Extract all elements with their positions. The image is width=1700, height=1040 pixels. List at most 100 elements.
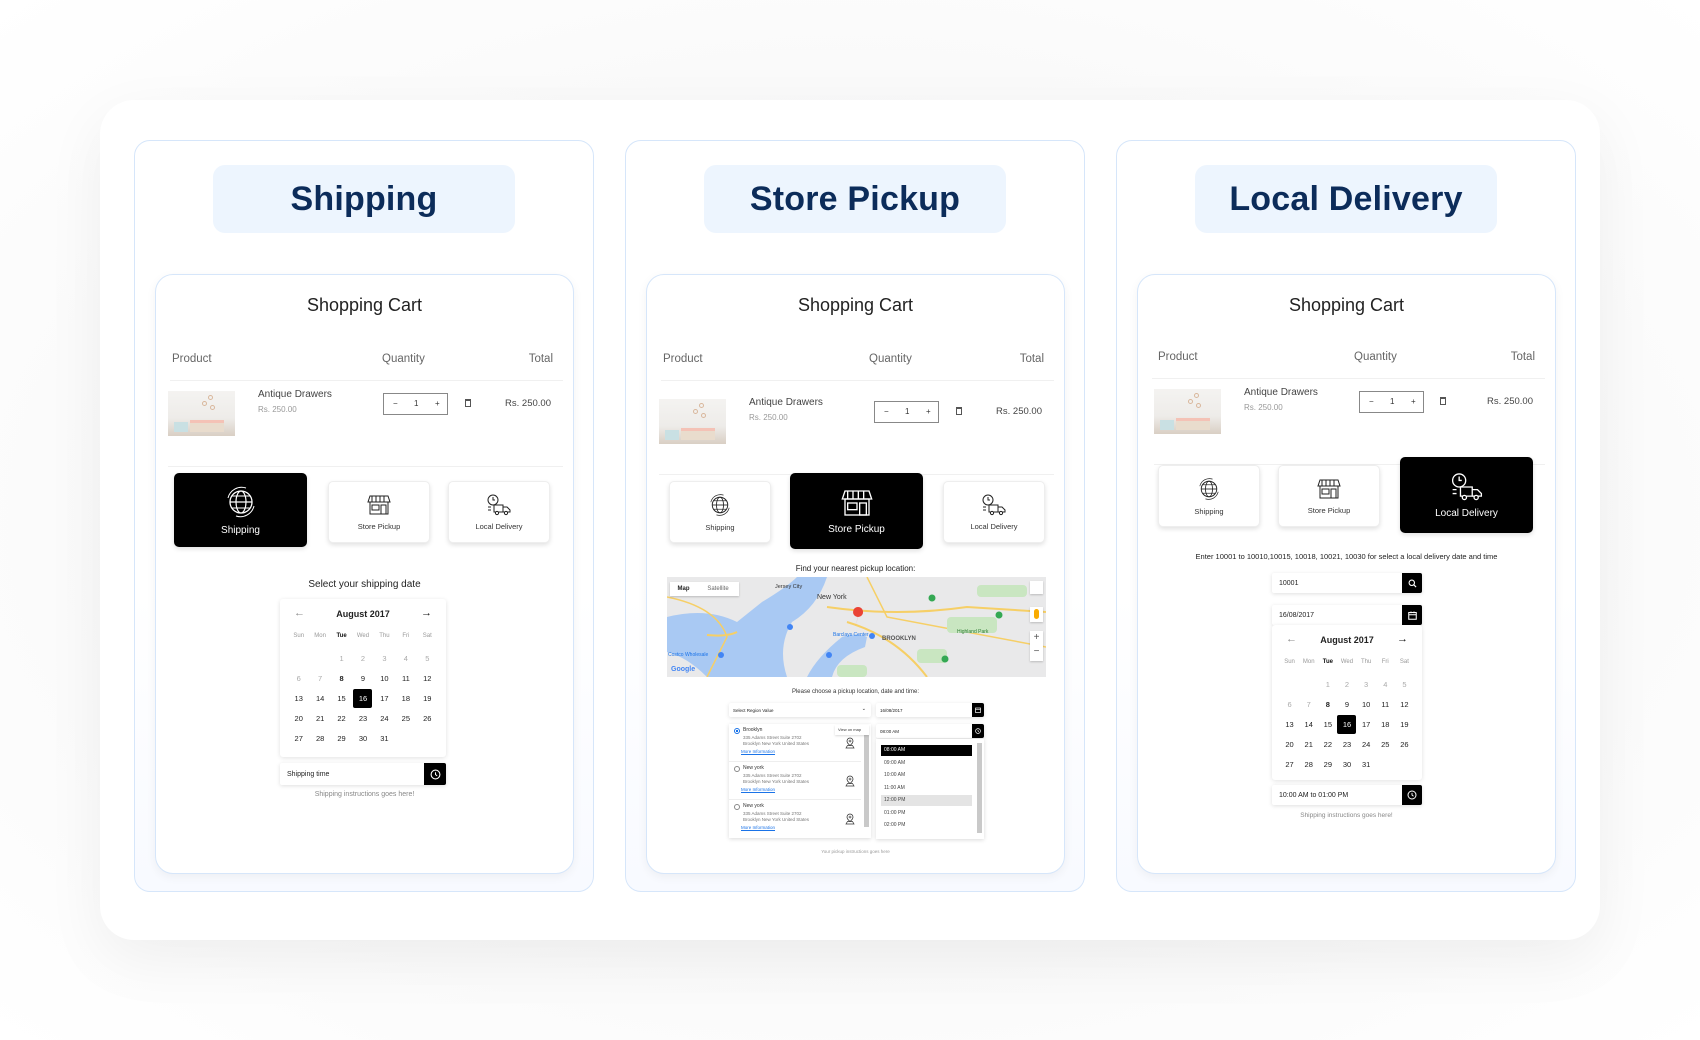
calendar-day[interactable]: 28	[1299, 755, 1318, 775]
calendar-day[interactable]: 22	[331, 709, 352, 729]
calendar-day[interactable]: 27	[1280, 755, 1299, 775]
delivery-time-input[interactable]: 10:00 AM to 01:00 PM	[1279, 785, 1348, 805]
calendar-day[interactable]: 9	[1337, 695, 1356, 715]
calendar-day[interactable]: 24	[374, 709, 395, 729]
increment-button[interactable]: +	[435, 399, 440, 408]
pickup-date-field[interactable]: 16/08/2017	[876, 703, 984, 717]
product-image[interactable]	[168, 391, 235, 436]
calendar-day[interactable]: 20	[288, 709, 309, 729]
calendar-day[interactable]: 17	[374, 689, 395, 709]
zip-field[interactable]: 10001	[1272, 573, 1422, 593]
product-name[interactable]: Antique Drawers	[258, 389, 332, 400]
delivery-time-field[interactable]: 10:00 AM to 01:00 PM	[1272, 785, 1422, 805]
product-image[interactable]	[659, 399, 726, 444]
calendar-day[interactable]: 23	[352, 709, 373, 729]
time-option[interactable]: 08:00 AM	[881, 745, 972, 756]
calendar-day[interactable]: 8	[1318, 695, 1337, 715]
option-store-pickup[interactable]: Store Pickup	[328, 481, 430, 543]
zoom-out-button[interactable]: −	[1030, 645, 1043, 659]
search-button[interactable]	[1402, 573, 1422, 593]
product-name[interactable]: Antique Drawers	[1244, 387, 1318, 398]
calendar-day[interactable]: 9	[352, 669, 373, 689]
calendar-day[interactable]: 13	[288, 689, 309, 709]
location-item[interactable]: New york 335 Adams Street Suite 2702 Brook…	[729, 762, 861, 800]
calendar-day[interactable]: 21	[309, 709, 330, 729]
shipping-time-field[interactable]: Shipping time	[280, 763, 446, 785]
calendar-day[interactable]: 11	[395, 669, 416, 689]
region-select[interactable]: Select Region Value ⌄	[729, 703, 871, 717]
delivery-date-field[interactable]: 16/08/2017	[1272, 605, 1422, 625]
calendar-day[interactable]: 26	[417, 709, 438, 729]
calendar-day[interactable]: 28	[309, 729, 330, 749]
calendar-day[interactable]: 30	[352, 729, 373, 749]
trash-icon[interactable]	[465, 399, 471, 407]
pickup-time-field[interactable]: 08:00 AM	[876, 724, 984, 738]
next-month-button[interactable]: →	[1397, 633, 1408, 645]
delivery-date-input[interactable]: 16/08/2017	[1279, 605, 1314, 625]
calendar-day[interactable]: 30	[1337, 755, 1356, 775]
map-pin-icon[interactable]	[845, 812, 855, 830]
map-pin-icon[interactable]	[845, 736, 855, 754]
more-information-link[interactable]: More Information	[741, 825, 775, 830]
calendar-day[interactable]: 21	[1299, 735, 1318, 755]
calendar-day[interactable]: 10	[374, 669, 395, 689]
decrement-button[interactable]: −	[393, 399, 398, 408]
street-view-pegman[interactable]	[1030, 607, 1043, 622]
increment-button[interactable]: +	[1411, 397, 1416, 406]
quantity-input[interactable]: 1	[1390, 397, 1394, 406]
calendar-day[interactable]: 24	[1357, 735, 1376, 755]
decrement-button[interactable]: −	[884, 407, 889, 416]
calendar-day[interactable]: 14	[1299, 715, 1318, 735]
calendar-day[interactable]: 22	[1318, 735, 1337, 755]
map-pin-icon[interactable]	[845, 774, 855, 792]
option-shipping[interactable]: Shipping	[669, 481, 771, 543]
calendar-day[interactable]: 25	[1376, 735, 1395, 755]
calendar-day[interactable]: 27	[288, 729, 309, 749]
calendar-day-selected[interactable]: 16	[1337, 715, 1357, 735]
zoom-in-button[interactable]: +	[1030, 631, 1043, 645]
location-radio[interactable]	[734, 728, 740, 734]
calendar-day[interactable]: 25	[395, 709, 416, 729]
calendar-day[interactable]: 29	[1318, 755, 1337, 775]
fullscreen-button[interactable]	[1030, 581, 1043, 594]
calendar-day[interactable]: 23	[1337, 735, 1356, 755]
product-name[interactable]: Antique Drawers	[749, 397, 823, 408]
calendar-day[interactable]: 31	[1357, 755, 1376, 775]
calendar-day[interactable]: 12	[417, 669, 438, 689]
calendar-day[interactable]: 26	[1395, 735, 1414, 755]
more-information-link[interactable]: More Information	[741, 749, 775, 754]
option-local-delivery[interactable]: Local Delivery	[943, 481, 1045, 543]
clock-button[interactable]	[972, 724, 984, 738]
decrement-button[interactable]: −	[1369, 397, 1374, 406]
trash-icon[interactable]	[1440, 397, 1446, 405]
calendar-day[interactable]: 10	[1357, 695, 1376, 715]
calendar-day-selected[interactable]: 16	[352, 689, 373, 709]
calendar-button[interactable]	[1402, 605, 1422, 625]
option-local-delivery[interactable]: Local Delivery	[1400, 457, 1533, 533]
pickup-time-input[interactable]: 08:00 AM	[880, 724, 899, 738]
calendar-button[interactable]	[972, 703, 984, 717]
clock-button[interactable]	[1402, 785, 1422, 805]
product-image[interactable]	[1154, 389, 1221, 434]
map-tab-satellite[interactable]: Satellite	[697, 582, 739, 596]
time-option[interactable]: 01:00 PM	[881, 808, 972, 819]
calendar-day[interactable]: 12	[1395, 695, 1414, 715]
option-local-delivery[interactable]: Local Delivery	[448, 481, 550, 543]
time-option[interactable]: 10:00 AM	[881, 770, 972, 781]
calendar-day[interactable]: 8	[331, 669, 352, 689]
time-option[interactable]: 09:00 AM	[881, 758, 972, 769]
location-radio[interactable]	[734, 804, 740, 810]
time-option[interactable]: 02:00 PM	[881, 820, 972, 831]
location-item[interactable]: New york 335 Adams Street Suite 2702 Brook…	[729, 800, 861, 838]
calendar-day[interactable]: 15	[1318, 715, 1337, 735]
time-option[interactable]: 12:00 PM	[881, 795, 972, 806]
calendar-day[interactable]: 29	[331, 729, 352, 749]
calendar-day[interactable]: 18	[1376, 715, 1395, 735]
shipping-time-input[interactable]: Shipping time	[287, 763, 329, 785]
pickup-date-input[interactable]: 16/08/2017	[880, 703, 903, 717]
calendar-day[interactable]: 11	[1376, 695, 1395, 715]
calendar-day[interactable]: 20	[1280, 735, 1299, 755]
clock-button[interactable]	[424, 763, 446, 785]
calendar-day[interactable]: 13	[1280, 715, 1299, 735]
time-option[interactable]: 11:00 AM	[881, 783, 972, 794]
